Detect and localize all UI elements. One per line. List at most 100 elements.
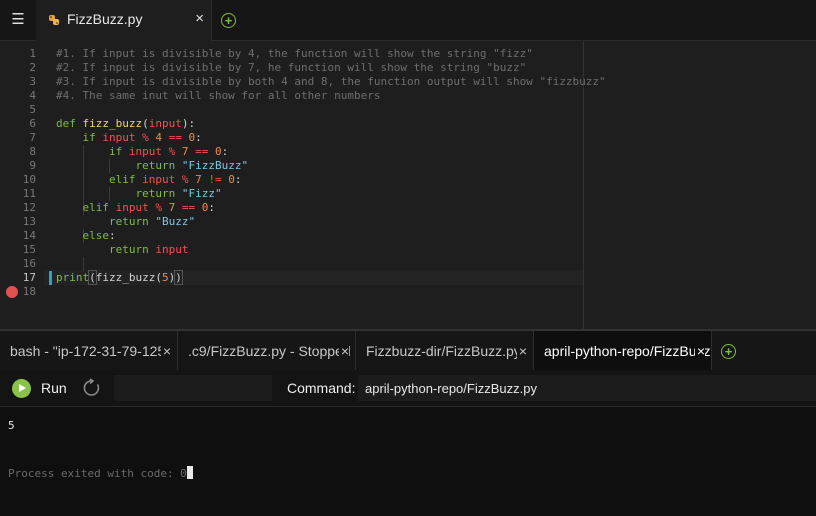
exit-message-line: Process exited with code: 0 — [8, 466, 193, 480]
code-line: #2. If input is divisible by 7, he funct… — [56, 61, 606, 75]
operator: % — [168, 145, 176, 158]
tab-label: april-python-repo/FizzBuzz.py — [544, 343, 712, 359]
code-line: return "FizzBuzz" — [56, 159, 606, 173]
code-line: return "Fizz" — [56, 187, 606, 201]
line-number: 17 — [22, 271, 36, 284]
comment: #1. If input is divisible by 4, the func… — [56, 47, 533, 60]
line-number: 2 — [29, 61, 36, 74]
number: 7 — [181, 145, 189, 158]
code-line: return input — [56, 243, 606, 257]
keyword: else — [82, 229, 110, 242]
operator: % — [142, 131, 149, 144]
number: 7 — [168, 201, 176, 214]
code-line: else: — [82, 229, 116, 242]
close-icon[interactable]: × — [195, 10, 204, 27]
line-number: 1 — [29, 47, 36, 60]
tab-label: FizzBuzz.py — [67, 11, 143, 27]
command-input[interactable]: april-python-repo/FizzBuzz.py — [358, 375, 816, 401]
top-tab-bar: ☰ FizzBuzz.py × + — [0, 0, 816, 41]
line-number: 8 — [29, 145, 36, 158]
console-output[interactable]: 5 Process exited with code: 0 — [0, 407, 816, 516]
code-line: if input % 7 == 0: — [108, 145, 229, 158]
runner-input[interactable] — [114, 375, 272, 401]
keyword: if — [108, 145, 123, 158]
number: 5 — [161, 271, 169, 284]
line-gutter[interactable]: 1 2 3 4 5 6 7 8 9 10 11 12 13 14 15 16 1… — [0, 41, 44, 329]
add-tab-icon[interactable]: + — [221, 13, 236, 28]
output-line: 5 — [8, 419, 15, 432]
builtin: print — [56, 271, 90, 284]
operator: == — [168, 131, 182, 144]
operator: == — [181, 201, 196, 214]
code-lines[interactable]: #1. If input is divisible by 4, the func… — [56, 47, 606, 299]
number: 0 — [228, 173, 235, 186]
keyword: def — [56, 117, 76, 130]
run-label: Run — [41, 380, 67, 396]
string: "Buzz" — [155, 215, 196, 228]
keyword: return — [135, 159, 176, 172]
tab-label: Fizzbuzz-dir/FizzBuzz.py — [366, 343, 521, 359]
run-toolbar: Run Command: april-python-repo/FizzBuzz.… — [0, 370, 816, 407]
code-editor[interactable]: 1 2 3 4 5 6 7 8 9 10 11 12 13 14 15 16 1… — [0, 41, 816, 329]
python-icon — [49, 15, 59, 25]
line-number: 15 — [22, 243, 36, 256]
comment: #4. The same inut will show for all othe… — [56, 89, 381, 102]
hamburger-icon[interactable]: ☰ — [0, 0, 37, 40]
number: 7 — [195, 173, 202, 186]
variable: input — [142, 173, 176, 186]
variable: input — [128, 145, 162, 158]
string: "Fizz" — [181, 187, 222, 200]
close-icon[interactable]: × — [516, 343, 527, 359]
line-number: 10 — [22, 173, 36, 186]
tab-label: .c9/FizzBuzz.py - Stopped — [188, 343, 351, 359]
add-terminal-tab-icon[interactable]: + — [721, 344, 736, 359]
keyword: elif — [108, 173, 136, 186]
tab-bash[interactable]: bash - "ip-172-31-79-125. × — [0, 331, 178, 370]
tab-c9-fizzbuzz[interactable]: .c9/FizzBuzz.py - Stopped × — [178, 331, 356, 370]
variable: input — [115, 201, 149, 214]
code-line: #4. The same inut will show for all othe… — [56, 89, 606, 103]
breakpoint-marker[interactable] — [6, 286, 18, 298]
keyword: elif — [82, 201, 110, 214]
terminal-tab-bar: bash - "ip-172-31-79-125. × .c9/FizzBuzz… — [0, 329, 816, 370]
operator: == — [195, 145, 209, 158]
tab-fizzbuzz-py[interactable]: FizzBuzz.py × — [36, 0, 212, 41]
operator: % — [181, 173, 189, 186]
operator: % — [155, 201, 162, 214]
close-icon[interactable]: × — [160, 343, 171, 359]
code-line: elif input % 7 != 0: — [108, 173, 242, 186]
play-icon — [12, 379, 31, 398]
function-call: fizz_buzz — [95, 271, 156, 284]
line-number: 5 — [29, 103, 36, 116]
line-number: 16 — [22, 257, 36, 270]
line-number: 4 — [29, 89, 36, 102]
exit-message: Process exited with code: 0 — [8, 467, 187, 480]
command-label: Command: — [287, 380, 356, 396]
line-number: 3 — [29, 75, 36, 88]
tab-fizzbuzz-dir[interactable]: Fizzbuzz-dir/FizzBuzz.py × — [356, 331, 534, 370]
modified-line-marker — [49, 271, 52, 285]
number: 0 — [214, 145, 222, 158]
code-line: return "Buzz" — [56, 215, 606, 229]
terminal-cursor — [186, 466, 193, 479]
tab-label: bash - "ip-172-31-79-125. — [10, 343, 170, 359]
comment: #2. If input is divisible by 7, he funct… — [56, 61, 527, 74]
keyword: return — [108, 243, 149, 256]
line-number: 12 — [22, 201, 36, 214]
code-line: #1. If input is divisible by 4, the func… — [56, 47, 606, 61]
keyword: return — [108, 215, 149, 228]
close-icon[interactable]: × — [338, 343, 349, 359]
variable: input — [102, 131, 136, 144]
tab-april-python-repo[interactable]: april-python-repo/FizzBuzz.py × — [534, 331, 712, 370]
line-number: 9 — [29, 159, 36, 172]
parameter: input — [148, 117, 182, 130]
restart-icon[interactable] — [82, 378, 102, 398]
line-number: 13 — [22, 215, 36, 228]
text-cursor — [181, 271, 183, 283]
close-icon[interactable]: × — [694, 343, 705, 359]
comment: #3. If input is divisible by both 4 and … — [56, 75, 606, 88]
code-line: elif input % 7 == 0: — [82, 201, 216, 214]
